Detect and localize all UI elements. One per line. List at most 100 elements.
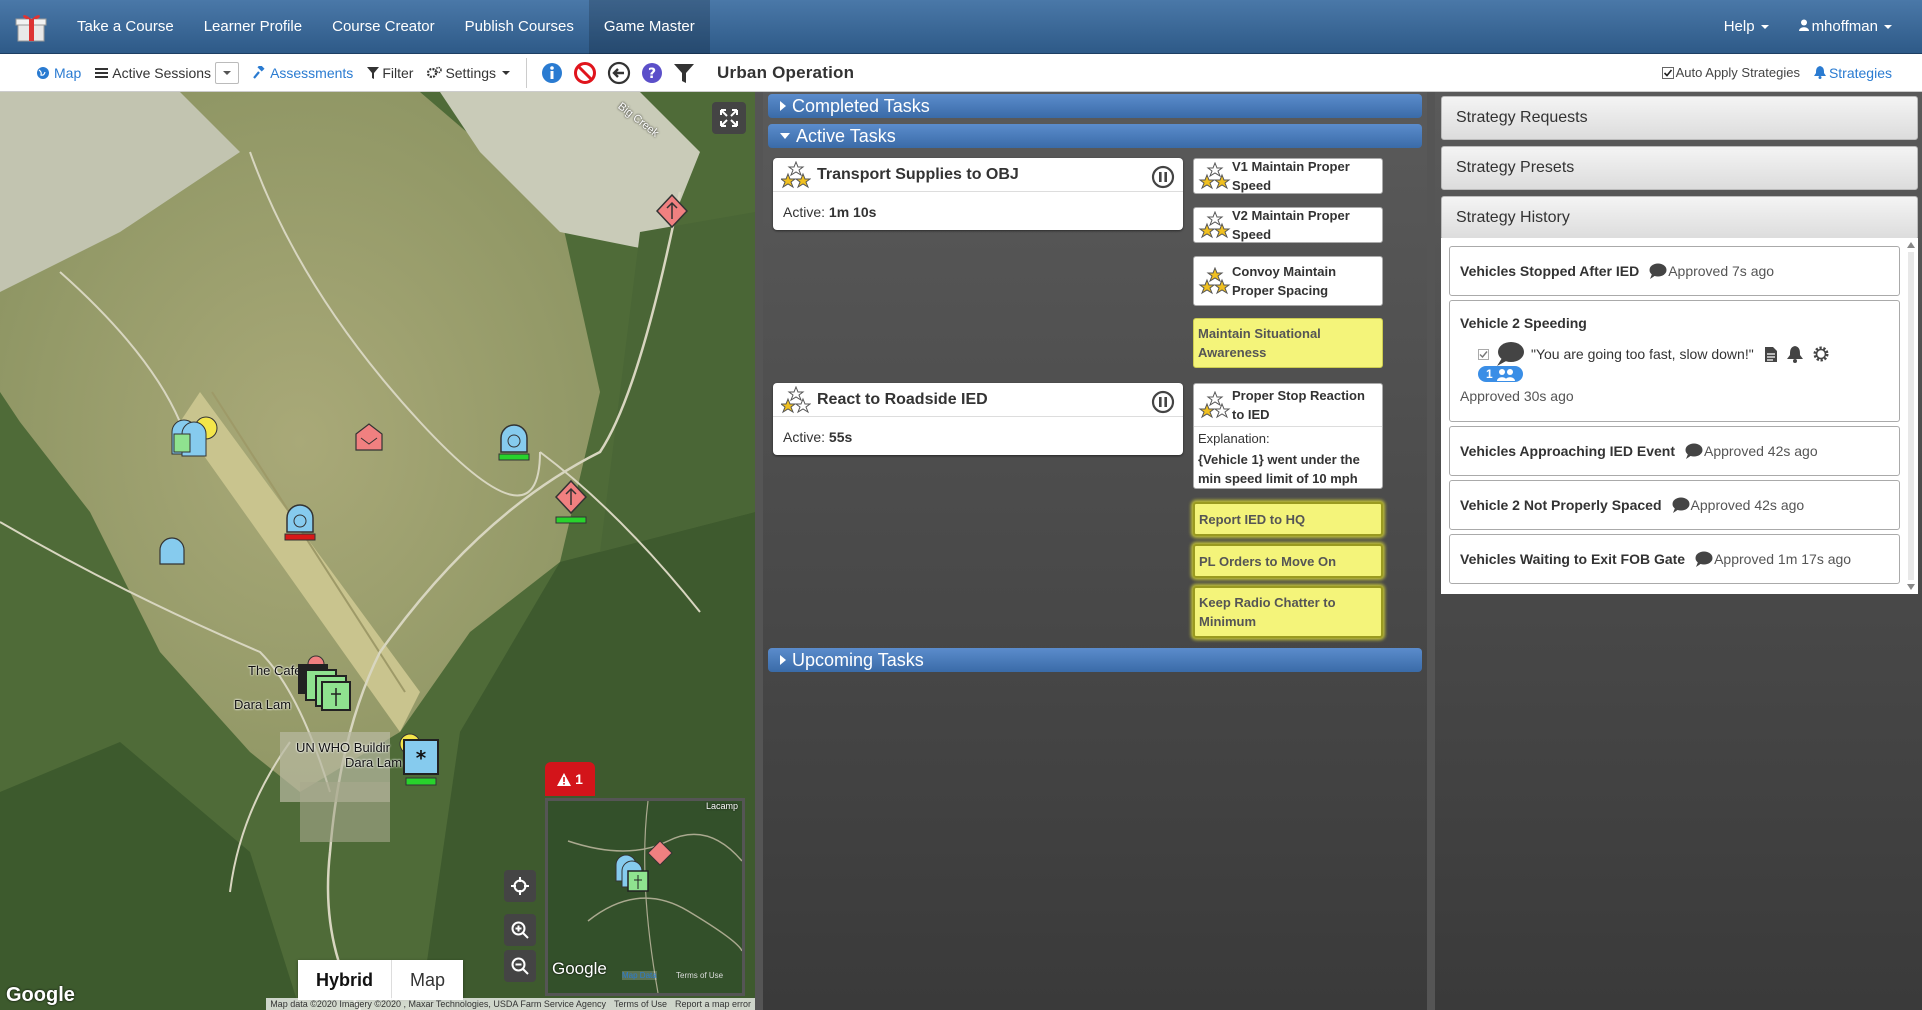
condition-card[interactable]: V2 Maintain Proper Speed bbox=[1193, 207, 1383, 243]
nav-learner-profile[interactable]: Learner Profile bbox=[189, 0, 317, 54]
map-button[interactable]: Map bbox=[36, 65, 81, 81]
active-sessions-dropdown[interactable] bbox=[215, 61, 240, 84]
condition-card-pending[interactable]: Maintain Situational Awareness bbox=[1193, 318, 1383, 368]
minimap-map-data[interactable]: Map Data bbox=[622, 971, 657, 980]
building-cluster-icon[interactable] bbox=[296, 654, 360, 714]
gears-icon bbox=[427, 66, 443, 79]
gear-icon[interactable] bbox=[1812, 345, 1830, 363]
history-item[interactable]: Vehicle 2 Speeding "You are going too fa… bbox=[1449, 300, 1900, 422]
funnel-icon[interactable] bbox=[673, 62, 695, 84]
top-navbar: Take a Course Learner Profile Course Cre… bbox=[0, 0, 1922, 54]
strategy-requests-header[interactable]: Strategy Requests bbox=[1441, 96, 1918, 140]
history-title: Vehicles Waiting to Exit FOB Gate bbox=[1460, 551, 1686, 567]
nav-course-creator[interactable]: Course Creator bbox=[317, 0, 450, 54]
svg-text:*: * bbox=[416, 746, 427, 770]
task-card[interactable]: React to Roadside IED Active: 55s bbox=[773, 383, 1183, 455]
minimap-google-logo: Google bbox=[552, 959, 607, 978]
hostile-structure-icon[interactable] bbox=[355, 422, 383, 452]
chevron-right-icon bbox=[780, 655, 786, 665]
terms-link[interactable]: Terms of Use bbox=[614, 999, 667, 1009]
friendly-unit-icon[interactable] bbox=[497, 424, 531, 466]
back-arrow-icon[interactable] bbox=[607, 61, 631, 85]
user-name: mhoffman bbox=[1811, 17, 1878, 35]
friendly-unit-icon[interactable] bbox=[158, 536, 186, 566]
settings-menu[interactable]: Settings bbox=[427, 65, 511, 81]
history-item[interactable]: Vehicle 2 Not Properly Spaced Approved 4… bbox=[1449, 480, 1900, 530]
condition-card-pending[interactable]: Keep Radio Chatter to Minimum bbox=[1193, 586, 1383, 638]
document-icon[interactable] bbox=[1764, 346, 1778, 363]
chat-icon bbox=[1685, 443, 1703, 459]
globe-icon bbox=[37, 66, 49, 79]
stars-icon bbox=[781, 385, 811, 413]
user-menu[interactable]: mhoffman bbox=[1784, 0, 1922, 54]
users-icon bbox=[1496, 368, 1515, 381]
history-item[interactable]: Vehicles Approaching IED Event Approved … bbox=[1449, 426, 1900, 476]
nav-game-master[interactable]: Game Master bbox=[588, 0, 710, 54]
friendly-unit-icon[interactable] bbox=[283, 504, 317, 544]
locate-button[interactable] bbox=[504, 870, 536, 902]
active-sessions-menu[interactable]: Active Sessions bbox=[95, 61, 240, 84]
fullscreen-button[interactable] bbox=[712, 102, 746, 134]
bell-icon[interactable] bbox=[1786, 345, 1803, 363]
nav-publish-courses[interactable]: Publish Courses bbox=[450, 0, 589, 54]
condition-card-pending[interactable]: PL Orders to Move On bbox=[1193, 544, 1383, 578]
task-header: React to Roadside IED bbox=[773, 383, 1183, 417]
history-title: Vehicle 2 Not Properly Spaced bbox=[1460, 497, 1662, 513]
active-tasks-header[interactable]: Active Tasks bbox=[768, 124, 1422, 148]
stop-icon[interactable] bbox=[573, 61, 597, 85]
zoom-in-button[interactable] bbox=[504, 914, 536, 946]
map-attribution: Map data ©2020 Imagery ©2020 , Maxar Tec… bbox=[266, 998, 755, 1010]
assessments-button[interactable]: Assessments bbox=[253, 65, 353, 81]
pause-icon[interactable] bbox=[1151, 390, 1175, 417]
filter-button[interactable]: Filter bbox=[367, 65, 413, 81]
active-tasks-label: Active Tasks bbox=[796, 125, 896, 146]
zoom-in-icon bbox=[511, 921, 529, 939]
strategy-history-header[interactable]: Strategy History bbox=[1441, 196, 1918, 240]
medical-unit-icon[interactable]: * bbox=[394, 732, 442, 788]
strategy-presets-header[interactable]: Strategy Presets bbox=[1441, 146, 1918, 190]
hostile-unit-icon[interactable] bbox=[555, 480, 587, 524]
task-card[interactable]: Transport Supplies to OBJ Active: 1m 10s bbox=[773, 158, 1183, 230]
history-item[interactable]: Vehicles Waiting to Exit FOB Gate Approv… bbox=[1449, 534, 1900, 584]
minimap-terms[interactable]: Terms of Use bbox=[676, 971, 723, 980]
zoom-out-button[interactable] bbox=[504, 950, 536, 982]
report-error-link[interactable]: Report a map error bbox=[675, 999, 751, 1009]
checkbox-checked-icon[interactable] bbox=[1661, 66, 1674, 79]
hostile-unit-icon[interactable] bbox=[656, 194, 688, 228]
overview-minimap[interactable]: Google Map Data Terms of Use Lacamp bbox=[545, 798, 745, 996]
condition-title: V2 Maintain Proper Speed bbox=[1232, 208, 1350, 242]
scrollbar[interactable] bbox=[1906, 242, 1916, 590]
history-status: Approved 7s ago bbox=[1668, 263, 1775, 279]
stars-icon bbox=[781, 160, 811, 188]
map-type-hybrid[interactable]: Hybrid bbox=[298, 960, 391, 1000]
condition-card[interactable]: V1 Maintain Proper Speed bbox=[1193, 158, 1383, 194]
map-panel[interactable]: Big Creek The Cafe Dara Lam UN WHO Build… bbox=[0, 92, 755, 1010]
help-icon[interactable]: ? bbox=[641, 62, 663, 84]
help-menu[interactable]: Help bbox=[1709, 0, 1784, 54]
info-icon[interactable] bbox=[541, 62, 563, 84]
chevron-down-icon bbox=[780, 133, 790, 139]
condition-card-explained[interactable]: Proper Stop Reaction to IED Explanation:… bbox=[1193, 383, 1383, 489]
panel-splitter-left[interactable] bbox=[755, 92, 763, 1010]
panel-splitter-right[interactable] bbox=[1427, 92, 1435, 1010]
filter-label: Filter bbox=[382, 64, 414, 81]
nav-take-course[interactable]: Take a Course bbox=[62, 0, 189, 54]
auto-apply-toggle[interactable]: Auto Apply Strategies bbox=[1661, 65, 1800, 80]
upcoming-tasks-header[interactable]: Upcoming Tasks bbox=[768, 648, 1422, 672]
strategies-label: Strategies bbox=[1828, 64, 1892, 81]
scenario-title: Urban Operation bbox=[717, 62, 855, 82]
condition-card[interactable]: Convoy Maintain Proper Spacing bbox=[1193, 256, 1383, 306]
task-header: Transport Supplies to OBJ bbox=[773, 158, 1183, 192]
strategies-button[interactable]: Strategies bbox=[1813, 64, 1892, 81]
gift-logo-icon[interactable] bbox=[0, 0, 62, 54]
active-label: Active: bbox=[783, 204, 826, 220]
history-item[interactable]: Vehicles Stopped After IED Approved 7s a… bbox=[1449, 246, 1900, 296]
alert-badge[interactable]: 1 bbox=[545, 762, 595, 796]
pause-icon[interactable] bbox=[1151, 165, 1175, 192]
condition-card-pending[interactable]: Report IED to HQ bbox=[1193, 502, 1383, 536]
map-type-map[interactable]: Map bbox=[391, 960, 463, 1000]
completed-tasks-header[interactable]: Completed Tasks bbox=[768, 94, 1422, 118]
team-badge-pill: 1 bbox=[1478, 366, 1523, 382]
unit-cluster-icon[interactable] bbox=[168, 414, 224, 458]
expand-icon bbox=[720, 109, 738, 127]
